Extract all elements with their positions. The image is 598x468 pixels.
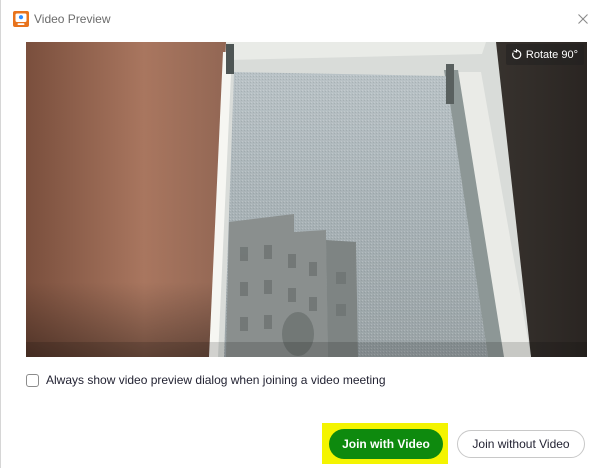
- video-preview: Rotate 90°: [26, 42, 587, 357]
- close-icon[interactable]: [572, 8, 594, 30]
- zoom-app-icon: [13, 11, 29, 27]
- join-with-video-button[interactable]: Join with Video: [329, 429, 443, 459]
- rotate-icon: [511, 49, 522, 60]
- always-show-preview-label: Always show video preview dialog when jo…: [46, 373, 386, 387]
- title-bar: Video Preview: [0, 0, 598, 40]
- window-title: Video Preview: [34, 12, 111, 26]
- always-show-preview-checkbox[interactable]: [26, 373, 39, 387]
- rotate-label: Rotate 90°: [525, 48, 578, 61]
- camera-feed-image: [26, 42, 587, 357]
- join-without-video-button[interactable]: Join without Video: [457, 430, 585, 458]
- rotate-90-button[interactable]: Rotate 90°: [505, 44, 584, 65]
- always-show-preview-option[interactable]: Always show video preview dialog when jo…: [26, 371, 386, 389]
- window-border: [0, 0, 1, 468]
- video-preview-dialog: Video Preview Rotate 90° Always show vid…: [0, 0, 598, 468]
